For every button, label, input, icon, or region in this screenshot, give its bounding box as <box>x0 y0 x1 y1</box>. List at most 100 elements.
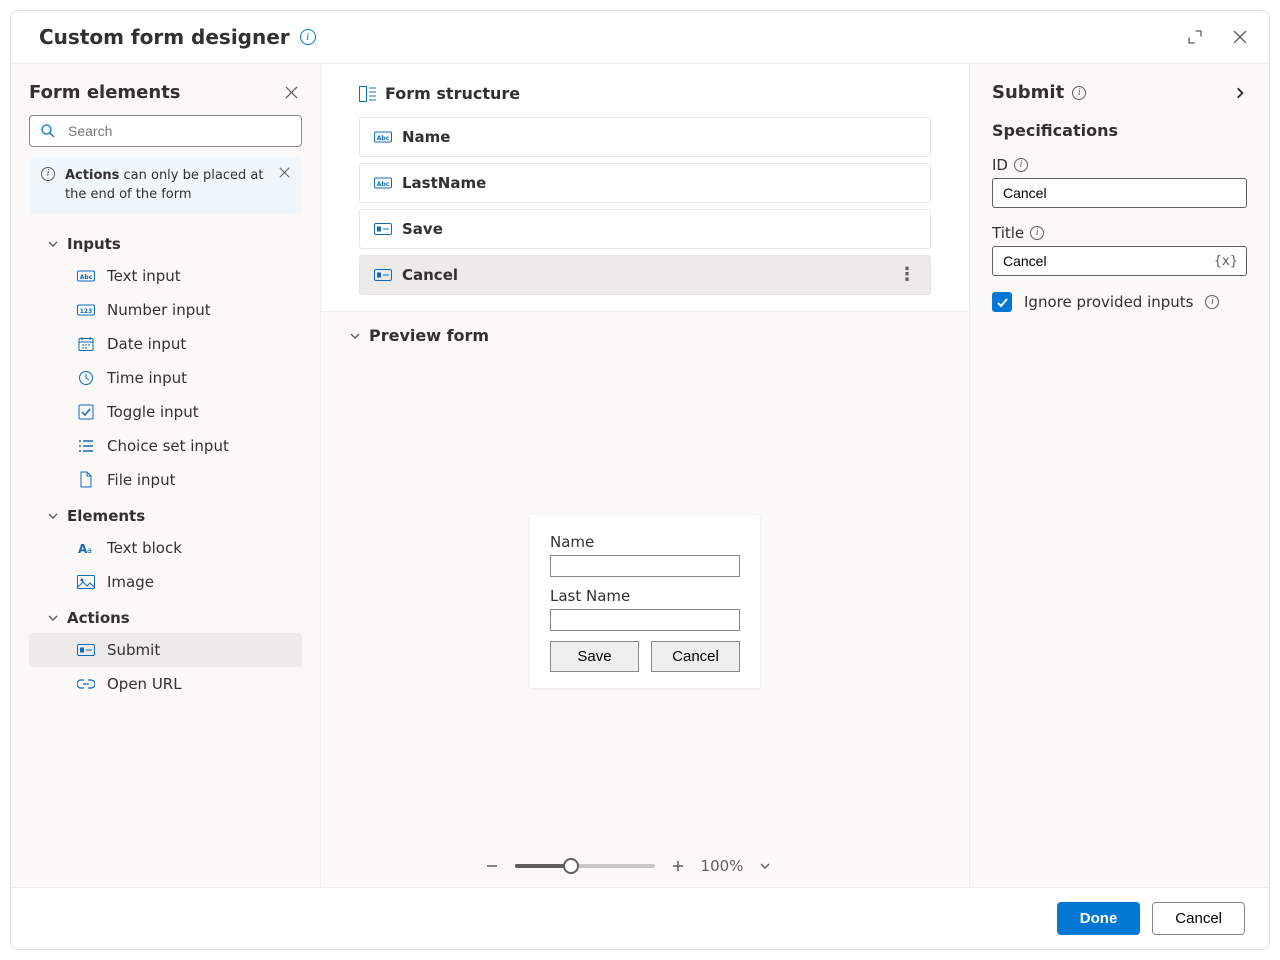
structure-row-name[interactable]: Abc Name <box>359 117 931 157</box>
search-icon <box>40 123 56 139</box>
item-number-input[interactable]: 123 Number input <box>29 293 302 327</box>
preview-name-input[interactable] <box>550 555 740 577</box>
zoom-out-button[interactable] <box>485 859 499 873</box>
footer: Done Cancel <box>11 887 1269 949</box>
preview-card: Name Last Name Save Cancel <box>530 515 760 688</box>
preview-lastname-input[interactable] <box>550 609 740 631</box>
ignore-inputs-row[interactable]: Ignore provided inputs i <box>992 292 1247 312</box>
group-inputs: Inputs Abc Text input 123 Number input D… <box>29 229 302 497</box>
file-icon <box>77 471 95 488</box>
zoom-dropdown[interactable] <box>759 860 771 872</box>
search-input[interactable] <box>29 115 302 147</box>
svg-text:a: a <box>87 546 92 555</box>
info-icon[interactable]: i <box>1072 86 1086 100</box>
preview-lastname-label: Last Name <box>550 587 740 605</box>
window-title: Custom form designer <box>39 25 290 49</box>
close-icon <box>1233 30 1247 44</box>
group-actions-header[interactable]: Actions <box>29 603 302 633</box>
checkbox-checked-icon[interactable] <box>992 292 1012 312</box>
preview-header[interactable]: Preview form <box>321 326 969 351</box>
calendar-icon <box>77 336 95 352</box>
svg-text:Abc: Abc <box>377 135 390 142</box>
chevron-down-icon <box>47 238 59 250</box>
svg-text:Abc: Abc <box>377 181 390 188</box>
preview-canvas: Name Last Name Save Cancel <box>321 351 969 851</box>
info-banner: i Actions can only be placed at the end … <box>29 157 302 215</box>
structure-row-cancel[interactable]: Cancel ⋮ <box>359 255 931 295</box>
search-field[interactable] <box>66 122 291 140</box>
center-panel: Form structure Abc Name Abc LastName Sav… <box>321 64 969 887</box>
preview-save-button[interactable]: Save <box>550 641 639 672</box>
info-icon[interactable]: i <box>1014 158 1028 172</box>
form-structure-section: Form structure Abc Name Abc LastName Sav… <box>321 64 969 311</box>
item-file-input[interactable]: File input <box>29 463 302 497</box>
specifications-heading: Specifications <box>992 121 1247 140</box>
done-button[interactable]: Done <box>1057 902 1141 935</box>
item-date-input[interactable]: Date input <box>29 327 302 361</box>
info-banner-text: Actions can only be placed at the end of… <box>65 167 269 205</box>
maximize-button[interactable] <box>1183 25 1207 49</box>
item-toggle-input[interactable]: Toggle input <box>29 395 302 429</box>
link-icon <box>77 678 95 690</box>
submit-icon <box>374 223 392 235</box>
text-input-icon: Abc <box>77 269 95 283</box>
preview-name-label: Name <box>550 533 740 551</box>
main-area: Form elements i Actions can only be plac… <box>11 64 1269 887</box>
chevron-down-icon <box>349 330 361 342</box>
titlebar: Custom form designer i <box>11 11 1269 64</box>
text-input-icon: Abc <box>374 130 392 144</box>
expand-icon <box>1187 29 1203 45</box>
banner-dismiss-button[interactable] <box>279 167 290 178</box>
svg-text:Abc: Abc <box>80 274 93 281</box>
zoom-slider[interactable] <box>515 864 655 868</box>
form-structure-header: Form structure <box>359 84 931 103</box>
row-more-button[interactable]: ⋮ <box>898 271 916 278</box>
title-label: Title i <box>992 224 1247 242</box>
properties-title: Submit <box>992 82 1064 103</box>
ignore-inputs-label: Ignore provided inputs <box>1024 293 1193 311</box>
info-icon: i <box>41 167 55 181</box>
text-icon: Aa <box>77 541 95 555</box>
properties-panel: Submit i Specifications ID i Title i {x} <box>969 64 1269 887</box>
close-icon <box>285 86 298 99</box>
svg-text:123: 123 <box>80 308 93 315</box>
structure-icon <box>359 86 377 102</box>
structure-row-save[interactable]: Save <box>359 209 931 249</box>
chevron-right-icon[interactable] <box>1233 86 1247 100</box>
item-submit[interactable]: Submit <box>29 633 302 667</box>
info-icon[interactable]: i <box>1205 295 1219 309</box>
list-icon <box>77 439 95 453</box>
item-time-input[interactable]: Time input <box>29 361 302 395</box>
structure-row-lastname[interactable]: Abc LastName <box>359 163 931 203</box>
text-input-icon: Abc <box>374 176 392 190</box>
item-image[interactable]: Image <box>29 565 302 599</box>
preview-cancel-button[interactable]: Cancel <box>651 641 740 672</box>
item-text-block[interactable]: Aa Text block <box>29 531 302 565</box>
item-choice-set-input[interactable]: Choice set input <box>29 429 302 463</box>
group-elements-header[interactable]: Elements <box>29 501 302 531</box>
id-input[interactable] <box>992 178 1247 208</box>
number-input-icon: 123 <box>77 303 95 317</box>
item-text-input[interactable]: Abc Text input <box>29 259 302 293</box>
panel-close-button[interactable] <box>281 82 302 103</box>
expression-icon[interactable]: {x} <box>1214 254 1238 269</box>
id-label: ID i <box>992 156 1247 174</box>
info-icon[interactable]: i <box>1030 226 1044 240</box>
zoom-controls: 100% <box>321 851 969 879</box>
cancel-button[interactable]: Cancel <box>1152 902 1245 935</box>
zoom-in-button[interactable] <box>671 859 685 873</box>
info-icon[interactable]: i <box>300 29 316 45</box>
item-open-url[interactable]: Open URL <box>29 667 302 701</box>
form-elements-panel: Form elements i Actions can only be plac… <box>11 64 321 887</box>
zoom-value: 100% <box>701 857 744 875</box>
close-button[interactable] <box>1229 26 1251 48</box>
group-actions: Actions Submit Open URL <box>29 603 302 701</box>
group-inputs-label: Inputs <box>67 235 121 253</box>
form-elements-title: Form elements <box>29 82 281 103</box>
clock-icon <box>77 370 95 386</box>
chevron-down-icon <box>47 510 59 522</box>
group-inputs-header[interactable]: Inputs <box>29 229 302 259</box>
title-input[interactable]: {x} <box>992 246 1247 276</box>
submit-icon <box>374 269 392 281</box>
submit-icon <box>77 644 95 656</box>
